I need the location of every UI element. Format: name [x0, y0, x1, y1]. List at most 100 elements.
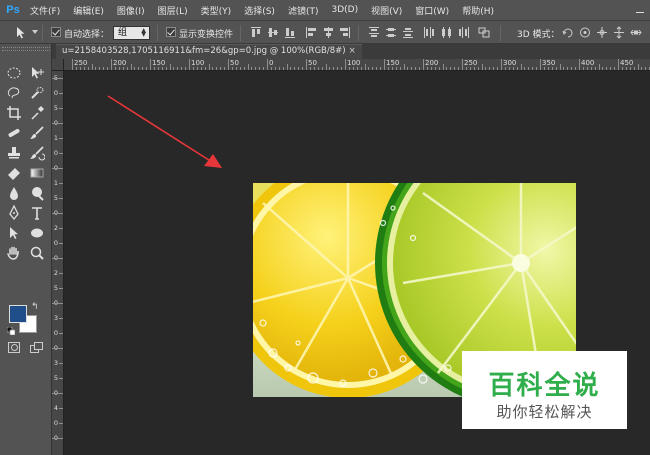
- quick-mask-icon[interactable]: [8, 342, 20, 353]
- ruler-tick: [59, 408, 63, 409]
- ruler-minor-tick: [485, 67, 487, 70]
- brush-icon[interactable]: [26, 124, 48, 142]
- screen-mode-icon[interactable]: [30, 342, 43, 353]
- ruler-minor-tick: [419, 67, 421, 70]
- distribute-vcenter-icon[interactable]: [385, 26, 397, 39]
- blur-icon[interactable]: [3, 184, 25, 202]
- menu-file[interactable]: 文件(F): [30, 4, 60, 17]
- ruler-horizontal[interactable]: 250 200 150 100 50 0 50 100 150 200 250 300 350 400 45…: [64, 59, 650, 71]
- menu-type[interactable]: 类型(Y): [201, 4, 232, 17]
- menu-select[interactable]: 选择(S): [244, 4, 275, 17]
- ruler-minor-tick: [559, 64, 561, 70]
- swap-colors-icon[interactable]: ↰: [31, 302, 39, 312]
- menu-image[interactable]: 图像(I): [117, 4, 145, 17]
- align-vcenter-icon[interactable]: [267, 26, 279, 39]
- type-icon[interactable]: [26, 204, 48, 222]
- ruler-label: 400: [581, 59, 595, 67]
- move-tool-icon[interactable]: [14, 26, 28, 40]
- pen-icon[interactable]: [3, 204, 25, 222]
- align-top-icon[interactable]: [250, 26, 262, 39]
- ruler-minor-tick: [551, 67, 553, 70]
- toolbox-grip[interactable]: [2, 47, 50, 51]
- 3d-scale-icon[interactable]: [630, 26, 642, 39]
- eyedropper-icon[interactable]: [26, 104, 48, 122]
- default-colors-icon[interactable]: [7, 327, 15, 335]
- ruler-minor-tick: [454, 67, 456, 70]
- eraser-icon[interactable]: [3, 164, 25, 182]
- ruler-tick: [52, 348, 63, 349]
- history-brush-icon[interactable]: [26, 144, 48, 162]
- ruler-tick: [384, 59, 385, 70]
- ruler-minor-tick: [438, 67, 440, 70]
- ruler-minor-tick: [302, 67, 304, 70]
- 3d-roll-icon[interactable]: [579, 26, 591, 39]
- ruler-minor-tick: [582, 67, 584, 70]
- ruler-minor-tick: [99, 67, 101, 70]
- quick-select-icon[interactable]: [26, 84, 48, 102]
- distribute-hcenter-icon[interactable]: [440, 26, 452, 39]
- document-tab[interactable]: u=2158403528,1705116911&fm=26&gp=0.jpg @…: [56, 44, 362, 59]
- distribute-left-icon[interactable]: [423, 26, 435, 39]
- align-bottom-icon[interactable]: [284, 26, 296, 39]
- stamp-icon[interactable]: [3, 144, 25, 162]
- ruler-minor-tick: [629, 67, 631, 70]
- ruler-label: 150: [152, 59, 166, 67]
- ruler-minor-tick: [134, 67, 136, 70]
- ruler-tick: [52, 393, 63, 394]
- menu-edit[interactable]: 编辑(E): [73, 4, 104, 17]
- menu-window[interactable]: 窗口(W): [415, 4, 449, 17]
- tool-preset-dropdown-icon[interactable]: [32, 30, 38, 34]
- distribute-right-icon[interactable]: [457, 26, 469, 39]
- auto-select-checkbox[interactable]: [51, 27, 61, 37]
- ruler-origin[interactable]: [52, 59, 64, 71]
- align-right-icon[interactable]: [339, 26, 351, 39]
- 3d-rotate-icon[interactable]: [562, 26, 574, 39]
- ruler-tick: [59, 93, 63, 94]
- ruler-minor-tick: [571, 67, 573, 70]
- align-left-icon[interactable]: [305, 26, 317, 39]
- ruler-minor-tick: [321, 67, 323, 70]
- marquee-icon[interactable]: [3, 64, 25, 82]
- menu-layer[interactable]: 图层(L): [158, 4, 188, 17]
- ruler-minor-tick: [337, 67, 339, 70]
- menu-view[interactable]: 视图(V): [371, 4, 402, 17]
- healing-icon[interactable]: [3, 124, 25, 142]
- ruler-vertical[interactable]: 5050100150200250300350400: [52, 71, 64, 455]
- options-separator: [240, 25, 241, 41]
- menu-3d[interactable]: 3D(D): [331, 5, 358, 15]
- show-transform-checkbox[interactable]: [166, 27, 176, 37]
- menu-help[interactable]: 帮助(H): [462, 4, 494, 17]
- crop-icon[interactable]: [3, 104, 25, 122]
- auto-align-icon[interactable]: [478, 26, 490, 39]
- move-icon[interactable]: [26, 64, 48, 82]
- ruler-tick: [52, 438, 63, 439]
- zoom-icon[interactable]: [26, 244, 48, 262]
- ruler-minor-tick: [243, 67, 245, 70]
- ellipse-icon[interactable]: [26, 224, 48, 242]
- ruler-minor-tick: [263, 67, 265, 70]
- align-hcenter-icon[interactable]: [322, 26, 334, 39]
- ruler-tick: [111, 59, 112, 70]
- 3d-pan-icon[interactable]: [596, 26, 608, 39]
- ruler-minor-tick: [239, 67, 241, 70]
- lasso-icon[interactable]: [3, 84, 25, 102]
- ruler-minor-tick: [107, 67, 109, 70]
- foreground-color-swatch[interactable]: [9, 305, 27, 323]
- distribute-bottom-icon[interactable]: [402, 26, 414, 39]
- close-icon[interactable]: ×: [349, 46, 356, 56]
- minimize-icon[interactable]: [634, 2, 646, 16]
- ruler-minor-tick: [208, 64, 210, 70]
- path-select-icon[interactable]: [3, 224, 25, 242]
- hand-icon[interactable]: [3, 244, 25, 262]
- 3d-slide-icon[interactable]: [613, 26, 625, 39]
- ruler-minor-tick: [142, 67, 144, 70]
- gradient-icon[interactable]: [26, 164, 48, 182]
- auto-select-dropdown[interactable]: 组 ▲ ▼: [113, 26, 150, 40]
- ruler-minor-tick: [169, 64, 171, 70]
- ruler-minor-tick: [403, 64, 405, 70]
- ruler-minor-tick: [430, 67, 432, 70]
- menu-filter[interactable]: 滤镜(T): [288, 4, 319, 17]
- distribute-top-icon[interactable]: [368, 26, 380, 39]
- ruler-label: 350: [542, 59, 556, 67]
- dodge-icon[interactable]: [26, 184, 48, 202]
